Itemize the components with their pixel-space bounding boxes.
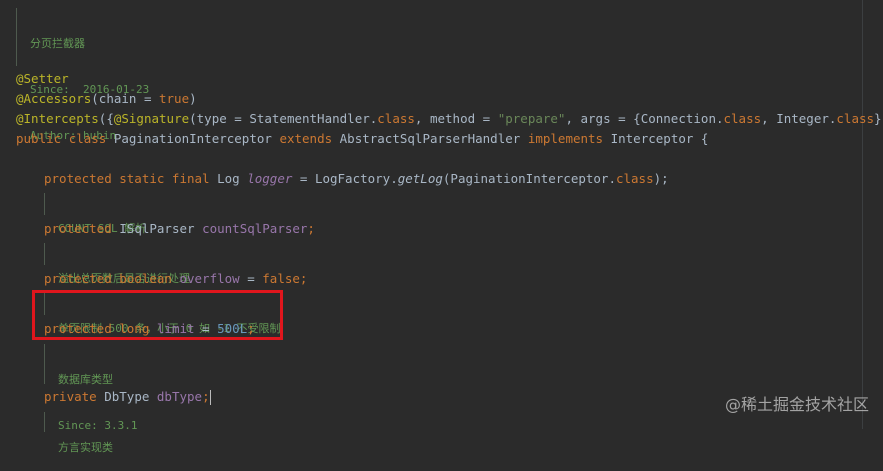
code-line-intercepts[interactable]: @Intercepts({@Signature(type = Statement… bbox=[16, 110, 883, 128]
doc-comment-dialect: 方言实现类 bbox=[44, 412, 113, 454]
code-line-logger[interactable]: protected static final Log logger = LogF… bbox=[44, 170, 669, 188]
doc-comment-count: COUNT SQL 解析 bbox=[44, 193, 146, 235]
watermark-text: @稀土掘金技术社区 bbox=[724, 395, 869, 414]
code-line-setter[interactable]: @Setter bbox=[16, 70, 69, 88]
editor-right-margin bbox=[862, 0, 863, 429]
doc-comment-dbtype: 数据库类型 Since: 3.3.1 bbox=[44, 344, 137, 432]
red-highlight-box bbox=[32, 290, 283, 340]
class-doc-comment: 分页拦截器 Since: 2016-01-23 Author: hubin bbox=[16, 8, 149, 142]
doc-comment-overflow: 溢出总页数后是否进行处理 bbox=[44, 243, 190, 285]
text-cursor bbox=[209, 390, 211, 405]
doc-description: 分页拦截器 bbox=[30, 37, 85, 50]
code-line-count-parser[interactable]: protected ISqlParser countSqlParser; bbox=[44, 220, 315, 238]
code-line-dbtype[interactable]: private DbType dbType; bbox=[44, 388, 211, 406]
code-line-class-declaration[interactable]: public class PaginationInterceptor exten… bbox=[16, 130, 708, 148]
code-line-overflow[interactable]: protected boolean overflow = false; bbox=[44, 270, 307, 288]
code-line-accessors[interactable]: @Accessors(chain = true) bbox=[16, 90, 197, 108]
